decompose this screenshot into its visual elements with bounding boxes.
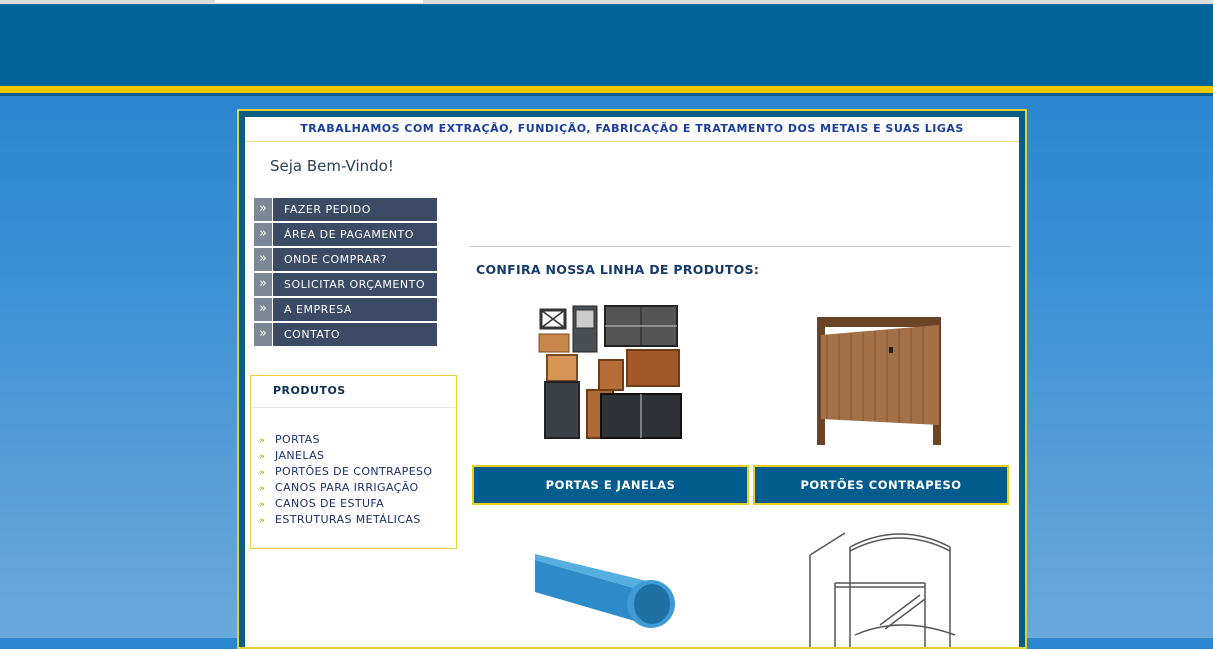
- produto-link-canos-irrigacao[interactable]: » CANOS PARA IRRIGAÇÃO: [259, 480, 433, 496]
- double-chevron-icon: »: [254, 223, 272, 246]
- bullet-icon: »: [259, 452, 266, 462]
- produto-link-janelas[interactable]: » JANELAS: [259, 448, 433, 464]
- divider: [470, 246, 1011, 247]
- menu-item-label[interactable]: SOLICITAR ORÇAMENTO: [273, 273, 437, 296]
- side-menu: » FAZER PEDIDO » ÁREA DE PAGAMENTO » OND…: [254, 198, 437, 348]
- produto-link-canos-estufa[interactable]: » CANOS DE ESTUFA: [259, 496, 433, 512]
- double-chevron-icon: »: [254, 298, 272, 321]
- menu-item-fazer-pedido[interactable]: » FAZER PEDIDO: [254, 198, 437, 221]
- tagline: TRABALHAMOS COM EXTRAÇÃO, FUNDIÇÃO, FABR…: [245, 117, 1019, 142]
- produto-label[interactable]: PORTAS: [275, 433, 320, 446]
- divider: [251, 407, 456, 408]
- double-chevron-icon: »: [254, 273, 272, 296]
- menu-item-contato[interactable]: » CONTATO: [254, 323, 437, 346]
- produto-label[interactable]: ESTRUTURAS METÁLICAS: [275, 513, 421, 526]
- bullet-icon: »: [259, 484, 266, 494]
- menu-item-label[interactable]: ONDE COMPRAR?: [273, 248, 437, 271]
- garage-gate-image[interactable]: [807, 307, 957, 447]
- produto-label[interactable]: CANOS PARA IRRIGAÇÃO: [275, 481, 419, 494]
- produto-link-portas[interactable]: » PORTAS: [259, 432, 433, 448]
- produto-link-portoes[interactable]: » PORTÕES DE CONTRAPESO: [259, 464, 433, 480]
- menu-item-a-empresa[interactable]: » A EMPRESA: [254, 298, 437, 321]
- doors-windows-image[interactable]: [535, 302, 685, 442]
- menu-item-label[interactable]: ÁREA DE PAGAMENTO: [273, 223, 437, 246]
- bullet-icon: »: [259, 436, 266, 446]
- site-header-bar: [0, 0, 1213, 86]
- produtos-box: PRODUTOS » PORTAS » JANELAS » PORTÕES DE CO…: [250, 375, 457, 549]
- header-accent-stripe: [0, 86, 1213, 96]
- pipe-image[interactable]: [533, 552, 683, 647]
- section-title: CONFIRA NOSSA LINHA DE PRODUTOS:: [476, 262, 760, 277]
- menu-item-label[interactable]: A EMPRESA: [273, 298, 437, 321]
- produtos-title: PRODUTOS: [273, 384, 346, 397]
- produto-label[interactable]: JANELAS: [275, 449, 324, 462]
- produto-label[interactable]: CANOS DE ESTUFA: [275, 497, 384, 510]
- menu-item-solicitar-orcamento[interactable]: » SOLICITAR ORÇAMENTO: [254, 273, 437, 296]
- menu-item-label[interactable]: CONTATO: [273, 323, 437, 346]
- bullet-icon: »: [259, 516, 266, 526]
- double-chevron-icon: »: [254, 198, 272, 221]
- bullet-icon: »: [259, 500, 266, 510]
- produto-link-estruturas[interactable]: » ESTRUTURAS METÁLICAS: [259, 512, 433, 528]
- bullet-icon: »: [259, 468, 266, 478]
- produtos-list: » PORTAS » JANELAS » PORTÕES DE CONTRAPESO …: [259, 432, 433, 528]
- content-panel: TRABALHAMOS COM EXTRAÇÃO, FUNDIÇÃO, FABR…: [245, 117, 1019, 647]
- category-button-portas-janelas[interactable]: PORTAS E JANELAS: [472, 465, 749, 505]
- welcome-heading: Seja Bem-Vindo!: [270, 157, 394, 175]
- menu-item-label[interactable]: FAZER PEDIDO: [273, 198, 437, 221]
- double-chevron-icon: »: [254, 248, 272, 271]
- metal-structure-image[interactable]: [805, 525, 960, 647]
- produto-label[interactable]: PORTÕES DE CONTRAPESO: [275, 465, 433, 478]
- category-button-portoes-contrapeso[interactable]: PORTÕES CONTRAPESO: [753, 465, 1009, 505]
- menu-item-area-de-pagamento[interactable]: » ÁREA DE PAGAMENTO: [254, 223, 437, 246]
- double-chevron-icon: »: [254, 323, 272, 346]
- menu-item-onde-comprar[interactable]: » ONDE COMPRAR?: [254, 248, 437, 271]
- browser-tab-strip: [215, 0, 423, 3]
